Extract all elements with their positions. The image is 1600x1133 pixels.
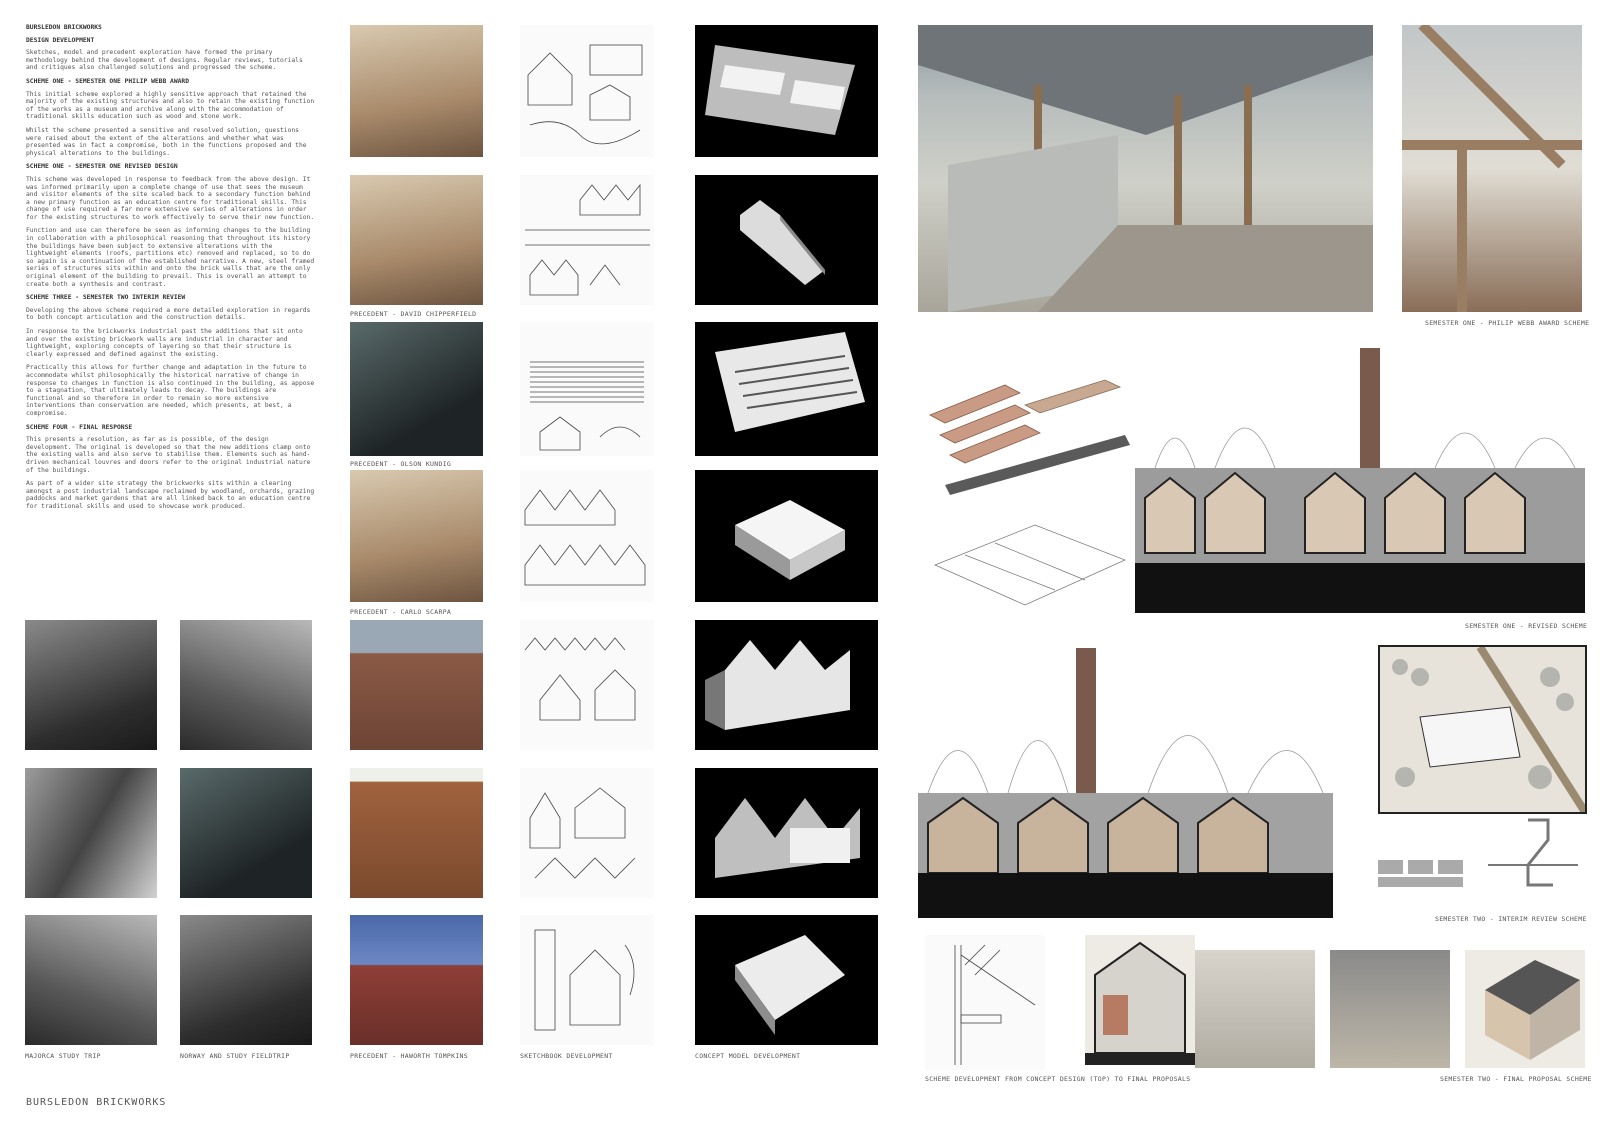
- photo-olson-kundig: [350, 322, 483, 456]
- photo-haworth-sawtooth: [350, 915, 483, 1045]
- caption-interim: SEMESTER TWO - INTERIM REVIEW SCHEME: [1435, 915, 1587, 923]
- caption-norway: NORWAY AND STUDY FIELDTRIP: [180, 1052, 290, 1060]
- render-webb-detail: [1402, 25, 1582, 312]
- model-4: [695, 470, 878, 602]
- section-interim-scheme: [918, 648, 1333, 918]
- caption-webb: SEMESTER ONE - PHILIP WEBB AWARD SCHEME: [1425, 319, 1590, 327]
- model-1: [695, 25, 878, 157]
- section-design-development: DESIGN DEVELOPMENT Sketches, model and p…: [26, 36, 303, 72]
- photo-haworth-oast-houses: [350, 620, 483, 750]
- photo-majorca-light-shaft: [25, 915, 157, 1045]
- caption-chipperfield: PRECEDENT - DAVID CHIPPERFIELD: [350, 310, 477, 318]
- axonometric-exploded: [925, 375, 1135, 620]
- photo-chipperfield-wall: [350, 175, 483, 305]
- section-revised-scheme: [1135, 348, 1585, 618]
- sketch-5: [520, 620, 654, 750]
- intro-text-column: BURSLEDON BRICKWORKS DESIGN DEVELOPMENT …: [26, 24, 316, 516]
- sketch-6: [520, 768, 654, 898]
- photo-carlo-scarpa: [350, 470, 483, 602]
- caption-scheme-development: SCHEME DEVELOPMENT FROM CONCEPT DESIGN (…: [925, 1075, 1191, 1083]
- site-plan: [1378, 645, 1587, 814]
- photo-norway-timber-gallery: [180, 915, 312, 1045]
- sketch-2: [520, 175, 654, 305]
- section-scheme-four: SCHEME FOUR - FINAL RESPONSE This presen…: [26, 423, 315, 510]
- render-webb-perspective: [918, 25, 1373, 312]
- model-3: [695, 322, 878, 456]
- section-scheme-one-webb: SCHEME ONE - SEMESTER ONE PHILIP WEBB AW…: [26, 77, 315, 157]
- section-scheme-three: SCHEME THREE - SEMESTER TWO INTERIM REVI…: [26, 294, 315, 417]
- photo-norway-interior: [180, 768, 312, 898]
- model-7: [695, 915, 878, 1045]
- render-final-interior-1: [1195, 950, 1315, 1068]
- caption-sketchbook: SKETCHBOOK DEVELOPMENT: [520, 1052, 613, 1060]
- caption-olson: PRECEDENT - OLSON KUNDIG: [350, 460, 452, 468]
- board-title: BURSLEDON BRICKWORKS: [26, 24, 102, 31]
- model-5: [695, 620, 878, 750]
- sketch-7: [520, 915, 654, 1045]
- photo-haworth-corten-gable: [350, 768, 483, 898]
- photo-norway-perforated-wall: [180, 620, 312, 750]
- sketch-4: [520, 470, 654, 602]
- section-scheme-one-revised: SCHEME ONE - SEMESTER ONE REVISED DESIGN…: [26, 163, 315, 288]
- sketch-1: [520, 25, 654, 157]
- photo-majorca-balconies: [25, 620, 157, 750]
- caption-revised: SEMESTER ONE - REVISED SCHEME: [1465, 622, 1588, 630]
- caption-final: SEMESTER TWO - FINAL PROPOSAL SCHEME: [1440, 1075, 1592, 1083]
- render-final-interior-2: [1330, 950, 1450, 1068]
- section-final-detail: [1085, 935, 1195, 1065]
- caption-scarpa: PRECEDENT - CARLO SCARPA: [350, 608, 452, 616]
- board-footer-title: BURSLEDON BRICKWORKS: [26, 1097, 167, 1108]
- caption-concept-model: CONCEPT MODEL DEVELOPMENT: [695, 1052, 801, 1060]
- caption-majorca: MAJORCA STUDY TRIP: [25, 1052, 101, 1060]
- model-2: [695, 175, 878, 305]
- axonometric-final-detail: [1465, 950, 1585, 1068]
- photo-majorca-window-ruin: [25, 768, 157, 898]
- model-6: [695, 768, 878, 898]
- photo-chipperfield-stair: [350, 25, 483, 157]
- sketch-3: [520, 322, 654, 456]
- caption-haworth: PRECEDENT - HAWORTH TOMPKINS: [350, 1052, 468, 1060]
- site-diagrams: [1378, 815, 1583, 905]
- detail-construction-sketch: [925, 935, 1045, 1070]
